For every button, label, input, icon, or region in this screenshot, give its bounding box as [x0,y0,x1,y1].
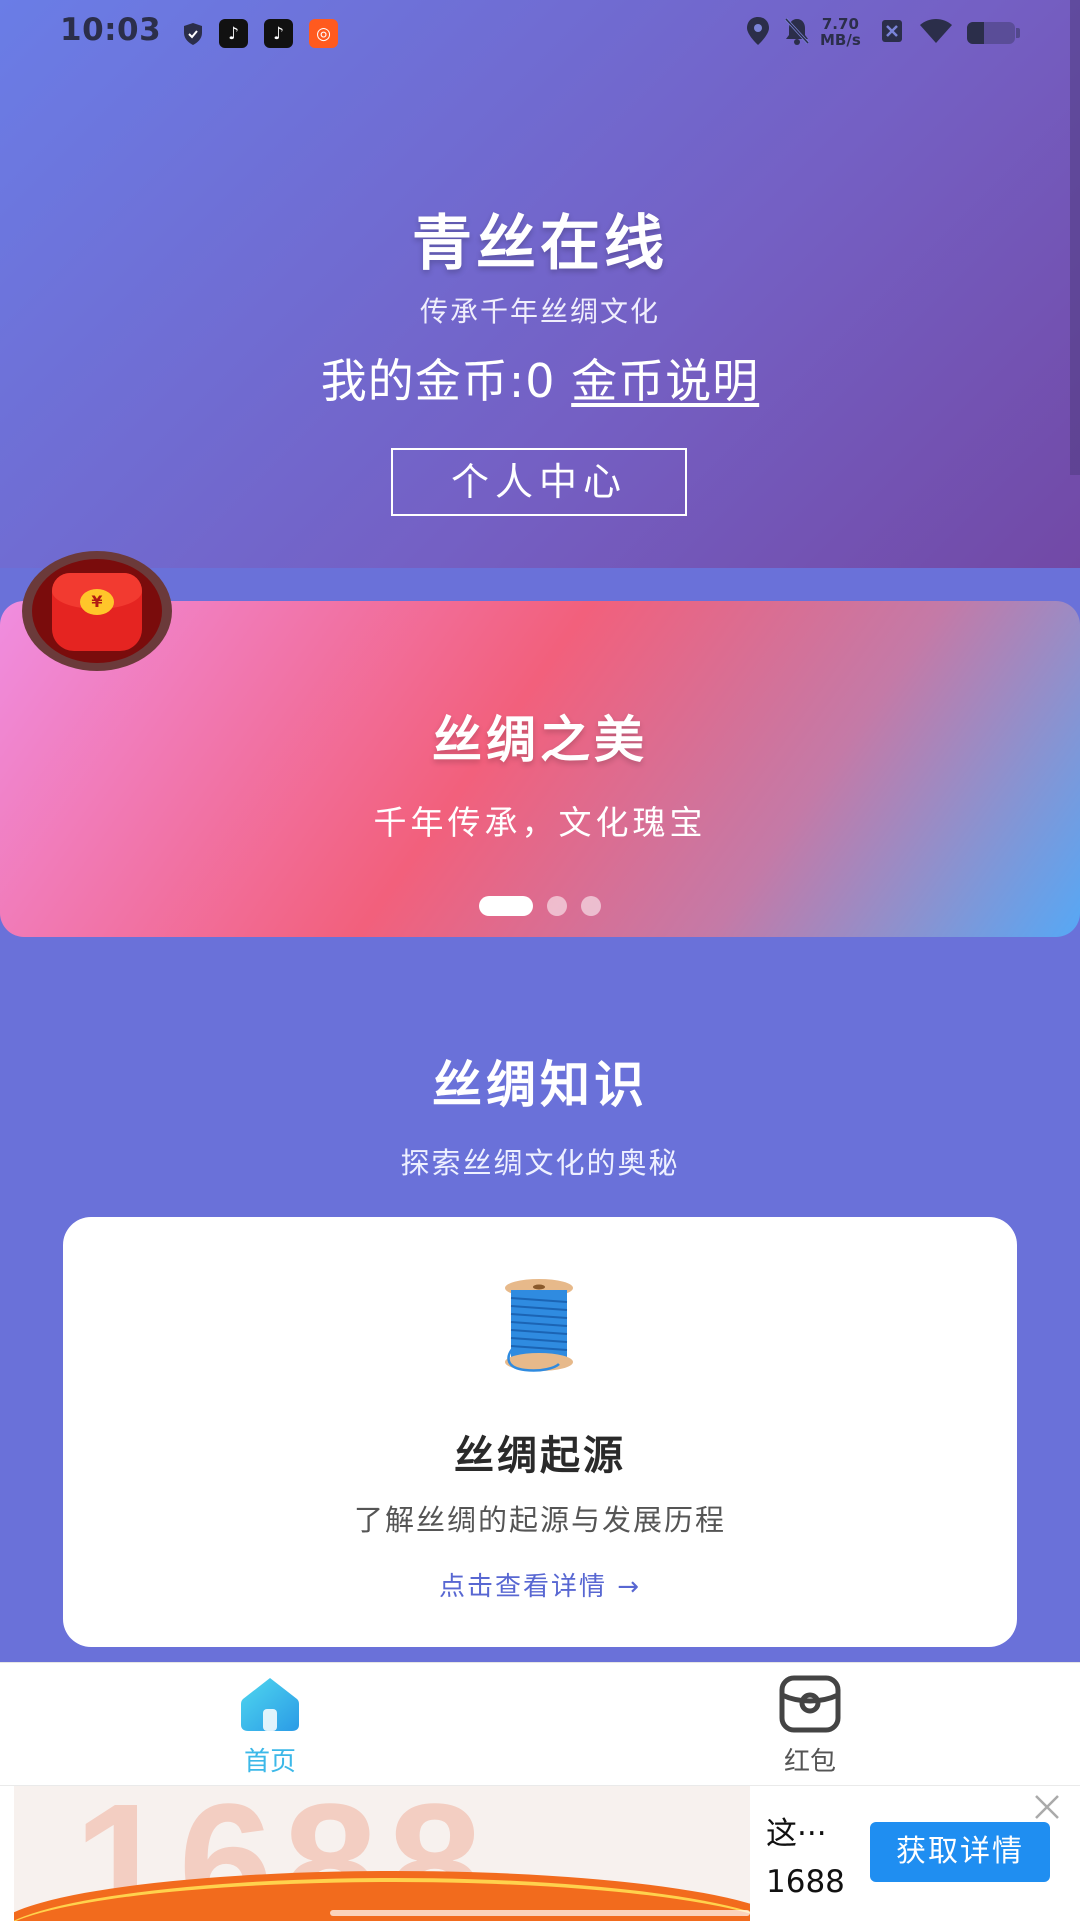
nav-label-home: 首页 [243,1747,296,1777]
app-title: 青丝在线 [412,209,668,279]
battery-cap [1016,28,1020,38]
sim-off-icon [880,18,904,48]
network-speed: 7.70 MB/s [820,16,861,48]
nav-label-redpacket: 红包 [783,1747,836,1777]
carousel-dot[interactable] [479,896,533,916]
app-subtitle: 传承千年丝绸文化 [419,295,660,328]
section-subtitle: 探索丝绸文化的奥秘 [400,1146,680,1180]
network-speed-value: 7.70 [821,15,859,33]
coins-info-link[interactable]: 金币说明 [571,354,759,408]
ad-subtitle: 1688 [766,1864,845,1900]
banner-subtitle: 千年传承，文化瑰宝 [373,803,707,842]
nav-item-redpacket[interactable]: 红包 [730,1663,890,1786]
carousel-indicator [0,896,1080,916]
carousel-dot[interactable] [581,896,601,916]
home-icon [239,1675,301,1733]
red-packet-icon[interactable]: ¥ [22,551,172,671]
card-title: 丝绸起源 [454,1433,626,1479]
status-right-icons-2 [880,14,954,52]
location-icon [745,16,771,50]
section-title: 丝绸知识 [432,1056,648,1114]
card-description: 了解丝绸的起源与发展历程 [353,1503,726,1537]
card-detail-link[interactable]: 点击查看详情 → [63,1566,1017,1603]
personal-center-button[interactable]: 个人中心 [391,448,687,516]
kuaishou-icon: ◎ [309,19,338,48]
status-time: 10:03 [60,12,162,48]
mute-bell-icon [783,16,811,50]
close-icon[interactable] [1032,1792,1062,1822]
battery-fill [967,22,984,44]
ad-title: 这··· [766,1816,827,1852]
yuan-coin-icon: ¥ [80,589,114,615]
tiktok-icon: ♪ [219,19,248,48]
red-packet-nav-icon [779,1675,841,1733]
battery-icon [967,22,1015,44]
bottom-nav: 首页 红包 [0,1662,1080,1786]
ad-image[interactable]: 1688 [14,1786,750,1921]
coins-balance: 我的金币:0 [320,354,556,408]
status-bar: 10:03 ♪ ♪ ◎ 7.70 MB/s [0,0,1080,66]
wifi-icon [918,17,954,49]
thread-spool-icon [501,1278,577,1372]
network-speed-unit: MB/s [820,31,861,49]
carousel-dot[interactable] [547,896,567,916]
nav-item-home[interactable]: 首页 [190,1663,350,1786]
home-indicator[interactable] [330,1910,750,1916]
ad-get-details-button[interactable]: 获取详情 [870,1822,1050,1882]
tiktok-lite-icon: ♪ [264,19,293,48]
coins-row: 我的金币:0 金币说明 [0,345,1080,411]
shield-icon [178,19,207,48]
banner-title: 丝绸之美 [432,711,648,769]
status-right-icons [745,14,811,52]
